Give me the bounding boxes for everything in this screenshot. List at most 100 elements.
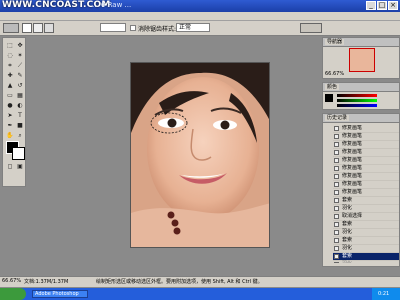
right-panels: 导航器 66.67% 颜色 历史记录 修复画笔 修复画笔 修复画笔 修复画笔 修复画笔修…: [322, 37, 400, 290]
tool-preset-picker[interactable]: [3, 23, 19, 33]
healing-brush-tool-icon[interactable]: ✚: [6, 72, 14, 80]
selection-add-icon[interactable]: [33, 23, 43, 33]
history-item-label: 修复画笔: [342, 157, 363, 163]
history-item-label: 套索: [342, 237, 353, 243]
history-brush-tool-icon[interactable]: ↺: [16, 82, 24, 90]
move-tool-icon[interactable]: ✥: [16, 42, 24, 50]
path-selection-tool-icon[interactable]: ➤: [6, 112, 14, 120]
history-item[interactable]: 修复画笔: [333, 125, 399, 133]
antialias-label: 消除锯齿: [138, 26, 163, 33]
history-panel: 历史记录 修复画笔 修复画笔 修复画笔 修复画笔 修复画笔 修复画笔 修复画笔 修复画笔 修复画…: [322, 113, 400, 267]
history-step-icon: [334, 142, 339, 147]
history-item[interactable]: 修复画笔: [333, 149, 399, 157]
lasso-tool-icon[interactable]: ◌: [6, 52, 14, 60]
tab-color[interactable]: 颜色: [325, 84, 340, 90]
history-item[interactable]: 修复画笔: [333, 157, 399, 165]
history-item-label: 修复画笔: [342, 149, 363, 155]
blur-tool-icon[interactable]: ●: [6, 102, 14, 110]
hand-tool-icon[interactable]: ✋: [6, 132, 14, 140]
zoom-tool-icon[interactable]: ⌕: [16, 132, 24, 140]
minimize-button[interactable]: _: [366, 1, 376, 10]
history-item[interactable]: 修复画笔: [333, 133, 399, 141]
dodge-tool-icon[interactable]: ◐: [16, 102, 24, 110]
history-item[interactable]: 修复画笔: [333, 141, 399, 149]
history-item[interactable]: 修复画笔: [333, 165, 399, 173]
history-item[interactable]: 修复画笔: [333, 173, 399, 181]
stamp-tool-icon[interactable]: ▲: [6, 82, 14, 90]
navigator-panel: 导航器 66.67%: [322, 37, 400, 79]
eraser-tool-icon[interactable]: ▭: [6, 92, 14, 100]
history-step-icon: [334, 206, 339, 211]
history-item[interactable]: 羽化: [333, 205, 399, 213]
portrait-photo: [131, 63, 269, 247]
brush-tool-icon[interactable]: ✎: [16, 72, 24, 80]
status-bar: 66.67% 文档:1.37M/1.37M 绘制矩形选区或移动选区外框。要用附加…: [0, 276, 400, 287]
title-bar: WWW.CNCOAST.COM ... 6 Raw ... _ □ ×: [0, 0, 400, 12]
document-canvas[interactable]: [130, 62, 270, 248]
history-item-label: 取消选择: [342, 213, 363, 219]
history-step-icon: [334, 158, 339, 163]
shape-tool-icon[interactable]: ■: [16, 122, 24, 130]
history-item-label: 修复画笔: [342, 165, 363, 171]
menu-bar[interactable]: [0, 12, 400, 21]
history-item-label: 套索: [342, 197, 353, 203]
green-slider[interactable]: [337, 99, 377, 102]
history-step-icon: [334, 222, 339, 227]
history-step-icon: [334, 166, 339, 171]
palette-well[interactable]: [300, 23, 322, 33]
red-slider[interactable]: [337, 94, 377, 97]
window-title: ... 6 Raw ...: [92, 1, 132, 9]
history-item[interactable]: 取消选择: [333, 213, 399, 221]
background-color-swatch[interactable]: [12, 147, 25, 160]
history-item[interactable]: 套索: [333, 237, 399, 245]
history-item-label: 羽化: [342, 229, 353, 235]
history-item-label: 套索: [342, 221, 353, 227]
style-label: 样式:: [162, 26, 177, 33]
quick-mask-icon[interactable]: ◻: [6, 163, 14, 171]
history-item[interactable]: 羽化: [333, 229, 399, 237]
history-step-icon: [334, 214, 339, 219]
selection-subtract-icon[interactable]: [44, 23, 54, 33]
history-step-icon: [334, 254, 339, 259]
color-panel: 颜色: [322, 82, 400, 110]
style-select[interactable]: 正常: [176, 23, 210, 32]
magic-wand-tool-icon[interactable]: ✶: [16, 52, 24, 60]
gradient-tool-icon[interactable]: ▦: [16, 92, 24, 100]
selection-new-icon[interactable]: [22, 23, 32, 33]
pen-tool-icon[interactable]: ✒: [6, 122, 14, 130]
color-fg-swatch[interactable]: [325, 94, 333, 102]
crop-tool-icon[interactable]: ⌗: [6, 62, 14, 70]
history-item[interactable]: 修复画笔: [333, 181, 399, 189]
history-item[interactable]: 套索: [333, 253, 399, 261]
history-item[interactable]: 套索: [333, 197, 399, 205]
history-item-label: 羽化: [342, 205, 353, 211]
tab-history[interactable]: 历史记录: [325, 115, 350, 121]
history-item[interactable]: 套索: [333, 221, 399, 229]
blue-slider[interactable]: [337, 104, 377, 107]
history-item-label: 修复画笔: [342, 181, 363, 187]
history-item-label: 修复画笔: [342, 133, 363, 139]
history-step-icon: [334, 230, 339, 235]
taskbar-photoshop[interactable]: Adobe Photoshop: [32, 290, 88, 298]
navigator-thumbnail[interactable]: [349, 48, 375, 72]
tab-navigator[interactable]: 导航器: [325, 39, 345, 45]
toolbox: ⬚ ✥ ◌ ✶ ⌗ ⟋ ✚ ✎ ▲ ↺ ▭ ▦ ● ◐ ➤ T ✒ ■ ✋ ⌕ …: [2, 37, 26, 187]
history-step-icon: [334, 134, 339, 139]
status-hint: 绘制矩形选区或移动选区外框。要用附加选项，使用 Shift, Alt 和 Ctr…: [96, 279, 263, 285]
type-tool-icon[interactable]: T: [16, 112, 24, 120]
history-item[interactable]: 羽化: [333, 245, 399, 253]
history-item[interactable]: 羽化: [333, 261, 399, 263]
marquee-tool-icon[interactable]: ⬚: [6, 42, 14, 50]
navigator-zoom[interactable]: 66.67%: [325, 71, 344, 77]
antialias-checkbox[interactable]: [130, 25, 136, 31]
history-item[interactable]: 修复画笔: [333, 189, 399, 197]
feather-input[interactable]: [100, 23, 126, 32]
start-button[interactable]: [0, 288, 26, 300]
status-zoom[interactable]: 66.67%: [2, 278, 21, 284]
screen-mode-icon[interactable]: ▣: [16, 163, 24, 171]
close-button[interactable]: ×: [388, 1, 398, 10]
history-step-icon: [334, 126, 339, 131]
maximize-button[interactable]: □: [377, 1, 387, 10]
history-item-label: 羽化: [342, 245, 353, 251]
slice-tool-icon[interactable]: ⟋: [16, 62, 24, 70]
